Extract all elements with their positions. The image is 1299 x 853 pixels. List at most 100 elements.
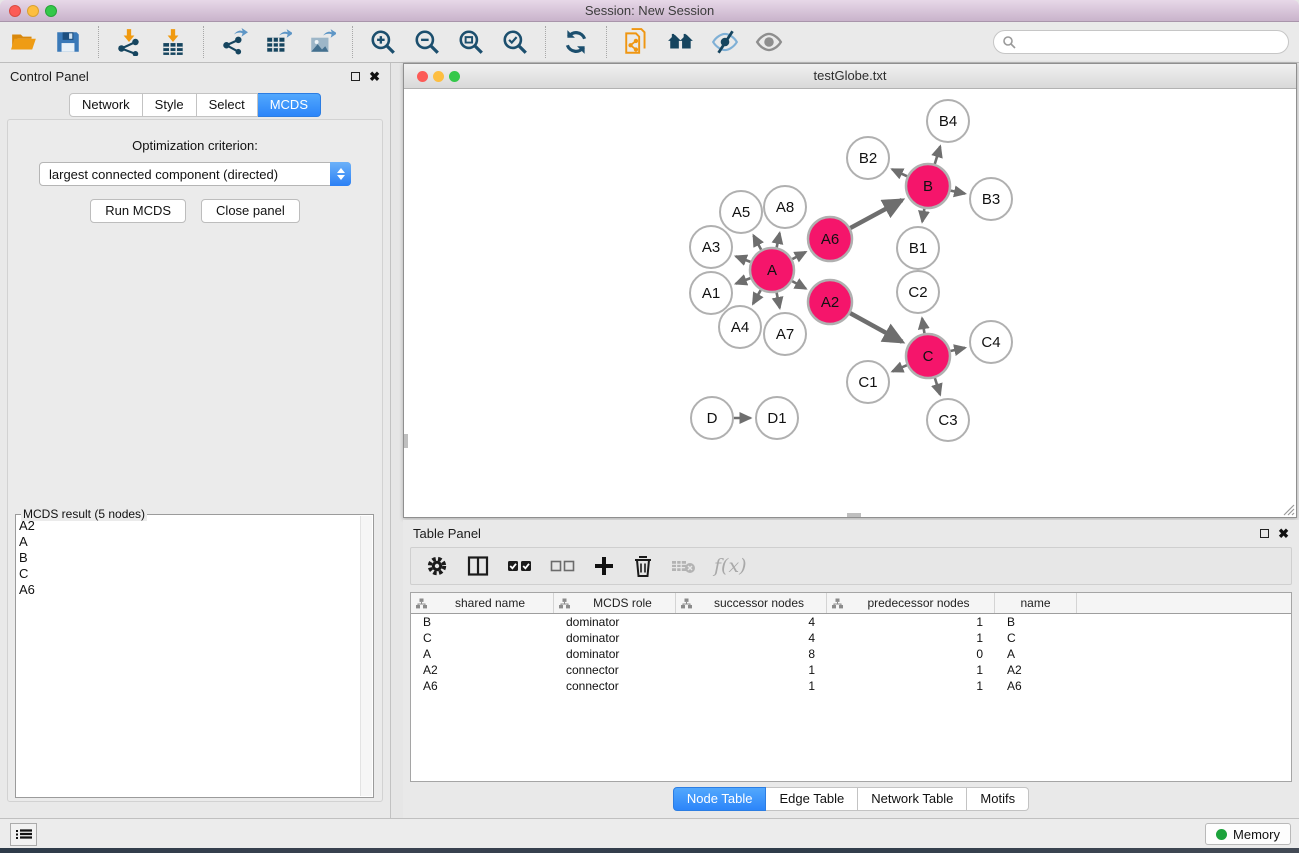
delete-columns-icon[interactable] <box>632 554 654 578</box>
table-row[interactable]: A6connector11A6 <box>411 678 1291 694</box>
network-canvas[interactable]: B4B2BB3A5A8A6A3B1AA1C2A2A4A7C4CC1C3DD1 <box>404 89 1296 517</box>
table-row[interactable]: Cdominator41C <box>411 630 1291 646</box>
import-network-icon[interactable] <box>115 28 143 56</box>
table-cell[interactable]: A2 <box>411 663 554 677</box>
search-field[interactable] <box>993 30 1289 54</box>
network-zoom-button[interactable] <box>449 71 460 82</box>
table-cell[interactable]: 0 <box>827 647 995 661</box>
edge-B-B3[interactable] <box>951 191 965 194</box>
export-table-icon[interactable] <box>264 28 292 56</box>
edge-C-C2[interactable] <box>922 318 924 333</box>
table-cell[interactable]: B <box>995 615 1077 629</box>
edge-A-A3[interactable] <box>736 256 751 262</box>
optimization-criterion-dropdown[interactable]: largest connected component (directed) <box>39 162 351 186</box>
table-row[interactable]: Adominator80A <box>411 646 1291 662</box>
first-neighbors-icon[interactable] <box>667 28 695 56</box>
zoom-in-icon[interactable] <box>369 28 397 56</box>
show-column-icon[interactable] <box>466 554 490 578</box>
save-session-icon[interactable] <box>54 28 82 56</box>
mcds-result-item[interactable]: A2 <box>19 518 359 534</box>
mcds-result-item[interactable]: A6 <box>19 582 359 598</box>
column-header-MCDS-role[interactable]: MCDS role <box>554 593 676 613</box>
control-tab-mcds[interactable]: MCDS <box>258 93 321 117</box>
table-tab-edge-table[interactable]: Edge Table <box>766 787 858 811</box>
table-options-gear-icon[interactable] <box>425 554 449 578</box>
edge-C-C1[interactable] <box>892 365 906 371</box>
table-tab-motifs[interactable]: Motifs <box>967 787 1029 811</box>
create-new-column-icon[interactable] <box>593 555 615 577</box>
edge-A6-B[interactable] <box>850 200 902 228</box>
table-cell[interactable]: A <box>411 647 554 661</box>
table-cell[interactable]: dominator <box>554 615 676 629</box>
table-cell[interactable]: dominator <box>554 647 676 661</box>
table-cell[interactable]: connector <box>554 663 676 677</box>
table-cell[interactable]: dominator <box>554 631 676 645</box>
control-tab-network[interactable]: Network <box>69 93 143 117</box>
edge-B-B1[interactable] <box>922 209 924 222</box>
network-vertical-scrollthumb[interactable] <box>404 434 408 448</box>
select-all-checkboxes-icon[interactable] <box>507 557 533 575</box>
export-image-icon[interactable] <box>308 28 336 56</box>
run-mcds-button[interactable]: Run MCDS <box>90 199 186 223</box>
table-cell[interactable]: 1 <box>827 615 995 629</box>
edge-A-A8[interactable] <box>777 233 780 247</box>
table-cell[interactable]: 8 <box>676 647 827 661</box>
unselect-all-checkboxes-icon[interactable] <box>550 557 576 575</box>
table-row[interactable]: A2connector11A2 <box>411 662 1291 678</box>
open-session-icon[interactable] <box>10 28 38 56</box>
table-cell[interactable]: C <box>411 631 554 645</box>
table-cell[interactable]: 1 <box>676 663 827 677</box>
zoom-selected-icon[interactable] <box>501 28 529 56</box>
edge-A-A6[interactable] <box>792 252 805 259</box>
table-tab-node-table[interactable]: Node Table <box>673 787 767 811</box>
mcds-result-scrollbar[interactable] <box>360 516 372 796</box>
close-panel-button[interactable]: Close panel <box>201 199 300 223</box>
network-close-button[interactable] <box>417 71 428 82</box>
close-panel-icon[interactable]: ✖ <box>369 72 380 81</box>
task-history-button[interactable] <box>10 823 37 846</box>
table-cell[interactable]: 1 <box>827 679 995 693</box>
close-table-panel-icon[interactable]: ✖ <box>1278 529 1289 538</box>
search-input[interactable] <box>1021 35 1280 49</box>
table-cell[interactable]: connector <box>554 679 676 693</box>
edge-A2-C[interactable] <box>850 313 902 342</box>
mcds-result-item[interactable]: B <box>19 550 359 566</box>
table-cell[interactable]: C <box>995 631 1077 645</box>
edge-A-A5[interactable] <box>754 235 762 249</box>
zoom-fit-icon[interactable] <box>457 28 485 56</box>
table-tab-network-table[interactable]: Network Table <box>858 787 967 811</box>
column-header-name[interactable]: name <box>995 593 1077 613</box>
edge-C-C4[interactable] <box>950 348 965 351</box>
column-header-predecessor-nodes[interactable]: predecessor nodes <box>827 593 995 613</box>
new-network-from-selection-icon[interactable] <box>623 28 651 56</box>
mcds-result-item[interactable]: A <box>19 534 359 550</box>
control-tab-select[interactable]: Select <box>197 93 258 117</box>
table-row[interactable]: Bdominator41B <box>411 614 1291 630</box>
float-table-panel-icon[interactable] <box>1260 529 1269 538</box>
table-cell[interactable]: 4 <box>676 615 827 629</box>
export-network-icon[interactable] <box>220 28 248 56</box>
column-header-successor-nodes[interactable]: successor nodes <box>676 593 827 613</box>
network-minimize-button[interactable] <box>433 71 444 82</box>
network-window-titlebar[interactable]: testGlobe.txt <box>404 64 1296 89</box>
edge-A-A2[interactable] <box>792 281 806 289</box>
edge-A-A1[interactable] <box>736 278 751 284</box>
table-cell[interactable]: A6 <box>411 679 554 693</box>
edge-B-B4[interactable] <box>935 146 940 164</box>
mcds-result-item[interactable]: C <box>19 566 359 582</box>
edge-A-A7[interactable] <box>777 293 780 308</box>
edge-C-C3[interactable] <box>935 378 940 395</box>
show-all-icon[interactable] <box>755 28 783 56</box>
zoom-out-icon[interactable] <box>413 28 441 56</box>
column-header-shared-name[interactable]: shared name <box>411 593 554 613</box>
edge-A-A4[interactable] <box>753 290 761 304</box>
float-panel-icon[interactable] <box>351 72 360 81</box>
table-cell[interactable]: 1 <box>676 679 827 693</box>
resize-grip-icon[interactable] <box>1282 503 1295 516</box>
import-table-icon[interactable] <box>159 28 187 56</box>
network-horizontal-scrollthumb[interactable] <box>847 513 861 517</box>
table-cell[interactable]: A6 <box>995 679 1077 693</box>
memory-button[interactable]: Memory <box>1205 823 1291 845</box>
table-cell[interactable]: 1 <box>827 631 995 645</box>
table-cell[interactable]: 4 <box>676 631 827 645</box>
